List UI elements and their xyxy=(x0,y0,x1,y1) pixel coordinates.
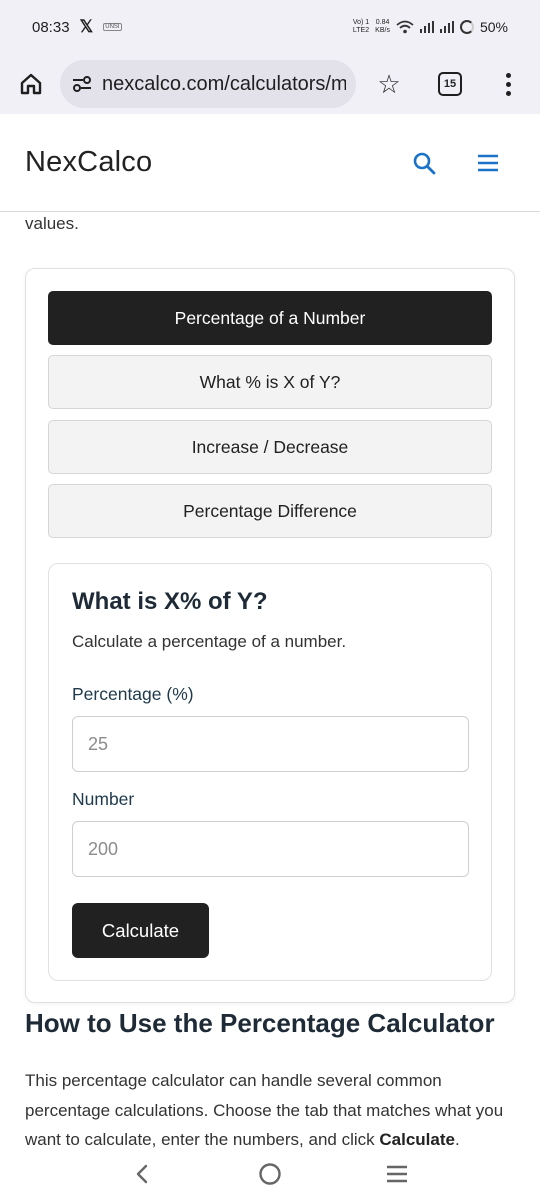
intro-text: values. xyxy=(25,214,79,233)
signal-icon-2 xyxy=(439,21,454,33)
home-circle-icon xyxy=(259,1163,281,1185)
calculator-form: What is X% of Y? Calculate a percentage … xyxy=(48,563,492,981)
header-actions xyxy=(411,150,515,176)
bookmark-star-icon[interactable]: ☆ xyxy=(374,69,404,99)
tab-switcher-button[interactable]: 15 xyxy=(438,72,462,96)
calculator-card: Percentage of a Number What % is X of Y?… xyxy=(25,268,515,1003)
recents-button[interactable] xyxy=(377,1154,417,1194)
calculate-button[interactable]: Calculate xyxy=(72,903,209,958)
network-type: Vo) 1 LTE2 xyxy=(353,19,369,35)
notification-badge-icon: UNSI xyxy=(103,23,122,31)
signal-icon xyxy=(419,21,434,33)
tab-percentage-difference[interactable]: Percentage Difference xyxy=(48,484,492,538)
site-logo[interactable]: NexCalco xyxy=(25,146,152,179)
wifi-icon xyxy=(396,20,414,34)
number-input[interactable] xyxy=(72,821,469,877)
battery-percent: 50% xyxy=(479,19,508,35)
tab-percentage-of-number[interactable]: Percentage of a Number xyxy=(48,291,492,345)
form-subtitle: Calculate a percentage of a number. xyxy=(72,632,347,651)
battery-icon xyxy=(459,20,474,34)
tab-increase-decrease[interactable]: Increase / Decrease xyxy=(48,420,492,474)
recents-lines-icon xyxy=(386,1165,407,1183)
tab-what-percent[interactable]: What % is X of Y? xyxy=(48,355,492,409)
network-speed-unit: KB/s xyxy=(375,27,390,34)
search-button[interactable] xyxy=(411,150,437,176)
section-body: This percentage calculator can handle se… xyxy=(25,1066,520,1155)
status-time: 08:33 xyxy=(32,18,70,36)
address-bar[interactable]: nexcalco.com/calculators/m xyxy=(60,60,356,108)
hamburger-icon xyxy=(478,154,498,171)
percentage-label: Percentage (%) xyxy=(72,684,194,704)
status-left: 08:33 𝕏 UNSI xyxy=(32,17,122,37)
section-body-bold: Calculate xyxy=(379,1130,455,1149)
x-app-icon: 𝕏 xyxy=(79,17,94,36)
system-nav-bar xyxy=(0,1148,540,1200)
browser-toolbar: nexcalco.com/calculators/m ☆ 15 xyxy=(0,54,540,114)
back-chevron-icon xyxy=(137,1164,148,1184)
section-body-end: . xyxy=(454,1130,460,1149)
form-title: What is X% of Y? xyxy=(72,588,268,615)
network-speed-value: 0.84 xyxy=(375,19,390,26)
percentage-input[interactable] xyxy=(72,716,469,772)
section-title: How to Use the Percentage Calculator xyxy=(25,1008,495,1038)
number-label: Number xyxy=(72,789,135,809)
back-button[interactable] xyxy=(123,1154,163,1194)
search-icon xyxy=(413,152,436,174)
network-type-top: Vo) 1 xyxy=(352,19,370,26)
home-button[interactable] xyxy=(14,67,48,101)
status-bar: 08:33 𝕏 UNSI Vo) 1 LTE2 0.84 KB/s 50% xyxy=(0,0,540,54)
network-type-bottom: LTE2 xyxy=(352,27,370,34)
home-nav-button[interactable] xyxy=(250,1154,290,1194)
status-right: Vo) 1 LTE2 0.84 KB/s 50% xyxy=(353,19,508,35)
site-settings-icon[interactable] xyxy=(70,72,94,96)
hamburger-menu-button[interactable] xyxy=(475,150,501,176)
network-speed: 0.84 KB/s xyxy=(375,19,390,35)
home-icon xyxy=(20,73,42,95)
browser-menu-icon[interactable] xyxy=(506,72,511,96)
site-header: NexCalco xyxy=(0,114,540,212)
url-text[interactable]: nexcalco.com/calculators/m xyxy=(102,73,346,96)
